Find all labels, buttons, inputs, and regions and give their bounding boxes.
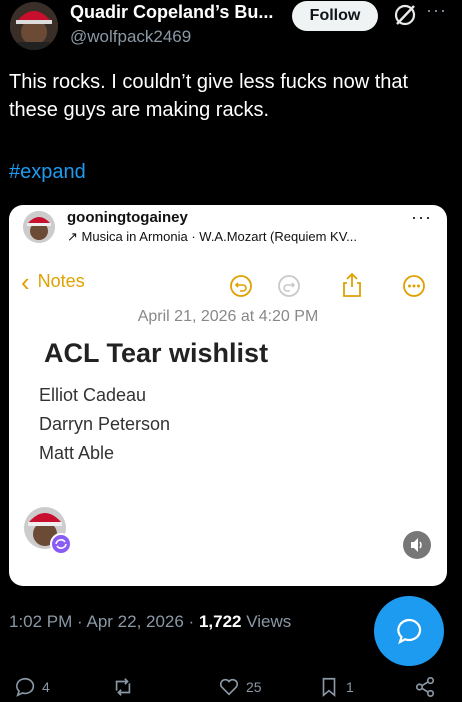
avatar[interactable] <box>10 2 58 50</box>
notes-back-button: ‹ Notes <box>21 266 85 297</box>
more-options-icon[interactable]: ··· <box>426 0 447 21</box>
hashtag-link[interactable]: #expand <box>9 161 86 184</box>
repost-icon <box>115 678 131 696</box>
chat-bubble-icon <box>397 618 422 645</box>
reply-action[interactable]: 4 <box>14 676 50 698</box>
redo-icon <box>277 274 301 298</box>
embed-username: gooningtogainey <box>67 209 188 226</box>
note-line: Elliot Cadeau <box>39 385 147 405</box>
views-count: 1,722 <box>198 612 242 631</box>
share-icon <box>340 272 364 297</box>
reply-count: 4 <box>42 679 50 695</box>
mute-icon[interactable] <box>403 531 431 559</box>
embedded-media-card[interactable]: gooningtogainey ↗ Musica in Armonia · W.… <box>9 205 447 586</box>
embed-music-label: ↗ Musica in Armonia · W.A.Mozart (Requie… <box>67 229 358 244</box>
bookmark-action[interactable]: 1 <box>318 676 354 698</box>
tweet-time: 1:02 PM · Apr 22, 2026 · <box>9 612 199 631</box>
embed-more-icon: ··· <box>411 207 432 227</box>
share-action[interactable] <box>414 676 436 698</box>
like-count: 25 <box>246 679 262 695</box>
sound-creator-avatar <box>23 506 72 555</box>
chevron-left-icon: ‹ <box>21 266 30 297</box>
user-handle[interactable]: @wolfpack2469 <box>70 27 191 47</box>
share-network-icon <box>415 677 435 697</box>
undo-icon <box>229 274 253 298</box>
embed-avatar <box>23 211 55 243</box>
more-circle-icon <box>402 274 426 298</box>
note-line: Darryn Peterson <box>39 414 171 434</box>
tweet-meta: 1:02 PM · Apr 22, 2026 · 1,722 Views <box>9 612 291 632</box>
notes-back-label: Notes <box>37 271 85 291</box>
like-action[interactable]: 25 <box>218 676 262 698</box>
views-label: Views <box>241 612 292 631</box>
bookmark-count: 1 <box>346 679 354 695</box>
follow-button[interactable]: Follow <box>292 1 378 31</box>
reply-icon <box>15 677 35 697</box>
tweet-text: This rocks. I couldn’t give less fucks n… <box>9 71 409 121</box>
repost-action[interactable] <box>112 676 140 698</box>
bookmark-icon <box>322 677 336 698</box>
grok-icon[interactable] <box>392 2 418 28</box>
heart-icon <box>219 678 239 696</box>
note-title: ACL Tear wishlist <box>44 338 269 368</box>
note-date: April 21, 2026 at 4:20 PM <box>137 308 319 325</box>
note-line: Matt Able <box>39 443 115 463</box>
display-name[interactable]: Quadir Copeland’s Bu... <box>70 2 273 23</box>
reply-fab-button[interactable] <box>374 596 444 666</box>
